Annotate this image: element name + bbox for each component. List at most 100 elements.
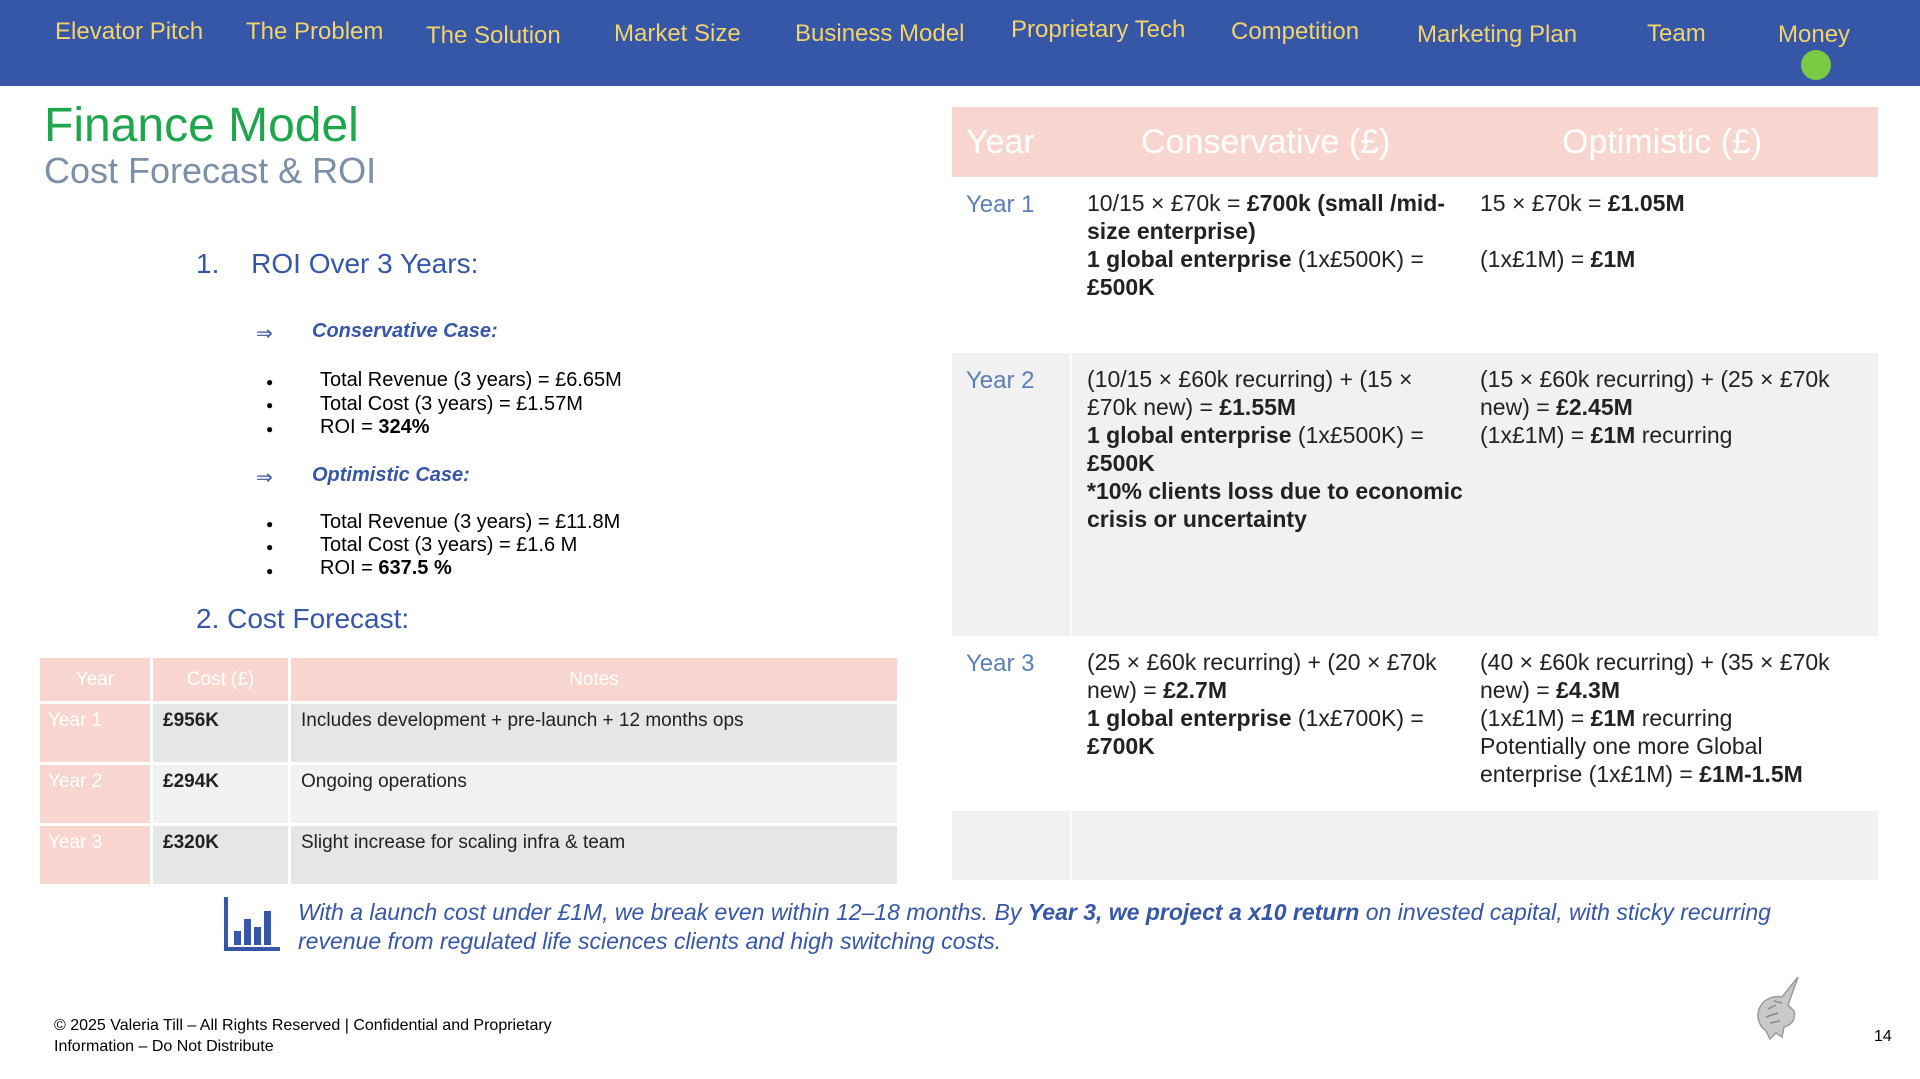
top-navigation: Elevator Pitch The Problem The Solution … bbox=[0, 0, 1920, 86]
roi-heading-text: ROI Over 3 Years: bbox=[251, 248, 479, 279]
formula-result: £1M bbox=[1590, 422, 1636, 448]
enterprise-label: 1 global enterprise bbox=[1087, 422, 1292, 448]
conservative-cell: (10/15 × £60k recurring) + (15 × £70k ne… bbox=[1087, 365, 1467, 533]
year-cell: Year 2 bbox=[966, 367, 1035, 394]
conservative-revenue: Total Revenue (3 years) = £6.65M bbox=[320, 369, 622, 391]
table-row: Year 3 £320K Slight increase for scaling… bbox=[40, 823, 900, 884]
copyright-line-2: Information – Do Not Distribute bbox=[54, 1038, 274, 1055]
cost-cell: £294K bbox=[151, 762, 291, 825]
optimistic-roi: ROI = 637.5 % bbox=[320, 557, 452, 580]
bullet-icon: ● bbox=[266, 564, 274, 578]
nav-the-solution[interactable]: The Solution bbox=[426, 22, 561, 50]
page-subtitle: Cost Forecast & ROI bbox=[44, 150, 377, 191]
note-cell: Ongoing operations bbox=[289, 762, 900, 825]
conservative-cell: 10/15 × £70k = £700k (small /mid-size en… bbox=[1087, 189, 1467, 301]
nav-money[interactable]: Money bbox=[1778, 21, 1850, 49]
table-row: Year 1 £956K Includes development + pre-… bbox=[40, 701, 900, 764]
conservative-roi: ROI = 324% bbox=[320, 416, 430, 439]
formula-text: (40 × £60k recurring) + (35 × £70k new) … bbox=[1480, 649, 1830, 703]
table-row: Year 2 £294K Ongoing operations bbox=[40, 762, 900, 825]
roi-heading: 1. ROI Over 3 Years: bbox=[196, 248, 478, 280]
nav-competition[interactable]: Competition bbox=[1231, 18, 1359, 46]
formula-result: £700K bbox=[1087, 733, 1155, 759]
table-row: Year 2 (10/15 × £60k recurring) + (15 × … bbox=[952, 353, 1878, 636]
table-row: Year 1 10/15 × £70k = £700k (small /mid-… bbox=[952, 177, 1878, 345]
formula-result: £1.05M bbox=[1607, 190, 1685, 216]
table-header-row: Year Cost (£) Notes bbox=[40, 658, 900, 703]
year-cell: Year 1 bbox=[966, 191, 1035, 218]
client-loss-note: *10% clients loss due to economic crisis… bbox=[1087, 478, 1463, 532]
formula-text: (25 × £60k recurring) + (20 × £70k new) … bbox=[1087, 649, 1437, 703]
bullet-icon: ● bbox=[266, 422, 274, 436]
formula-result: £4.3M bbox=[1556, 677, 1621, 703]
formula-text: (15 × £60k recurring) + (25 × £70k new) … bbox=[1480, 366, 1830, 420]
roi-prefix: ROI = bbox=[320, 416, 379, 438]
column-header: Optimistic (£) bbox=[1562, 123, 1763, 161]
formula-text: 10/15 × £70k = bbox=[1087, 190, 1247, 216]
cost-forecast-table: Year Cost (£) Notes Year 1 £956K Include… bbox=[40, 658, 900, 884]
column-divider bbox=[1070, 811, 1072, 880]
bullet-icon: ● bbox=[266, 517, 274, 531]
summary-text: With a launch cost under £1M, we break e… bbox=[298, 899, 1028, 925]
column-header: Cost (£) bbox=[151, 658, 291, 703]
roi-heading-number: 1. bbox=[196, 248, 220, 279]
nav-the-problem[interactable]: The Problem bbox=[246, 18, 383, 46]
optimistic-revenue: Total Revenue (3 years) = £11.8M bbox=[320, 511, 621, 533]
formula-result: £500K bbox=[1087, 450, 1155, 476]
optimistic-case-label: Optimistic Case: bbox=[312, 464, 470, 486]
year-cell: Year 2 bbox=[40, 762, 153, 825]
conservative-cost: Total Cost (3 years) = £1.57M bbox=[320, 393, 583, 415]
optimistic-cost: Total Cost (3 years) = £1.6 M bbox=[320, 534, 578, 556]
formula-result: £1M-1.5M bbox=[1699, 761, 1803, 787]
table-header-row: Year Conservative (£) Optimistic (£) bbox=[952, 107, 1878, 177]
enterprise-label: 1 global enterprise bbox=[1087, 246, 1292, 272]
note-cell: Slight increase for scaling infra & team bbox=[289, 823, 900, 884]
nav-proprietary-tech[interactable]: Proprietary Tech bbox=[1011, 16, 1185, 44]
optimistic-roi-value: 637.5 % bbox=[378, 557, 452, 579]
summary-statement: With a launch cost under £1M, we break e… bbox=[298, 898, 1858, 956]
enterprise-label: 1 global enterprise bbox=[1087, 705, 1292, 731]
arrow-icon: ⇒ bbox=[256, 467, 273, 489]
formula-text: (1x£1M) = bbox=[1480, 246, 1591, 272]
page-title: Finance Model bbox=[44, 99, 359, 152]
formula-text: (1x£500K) = bbox=[1291, 246, 1424, 272]
bullet-icon: ● bbox=[266, 375, 274, 389]
formula-text: (1x£700K) = bbox=[1291, 705, 1424, 731]
optimistic-cell: (15 × £60k recurring) + (25 × £70k new) … bbox=[1480, 365, 1870, 449]
formula-result: £2.7M bbox=[1163, 677, 1228, 703]
formula-text: recurring bbox=[1635, 705, 1733, 731]
formula-result: £500K bbox=[1087, 274, 1155, 300]
conservative-case-label: Conservative Case: bbox=[312, 320, 498, 342]
arrow-icon: ⇒ bbox=[256, 323, 273, 345]
nav-team[interactable]: Team bbox=[1647, 20, 1706, 48]
optimistic-cell: (40 × £60k recurring) + (35 × £70k new) … bbox=[1480, 648, 1870, 788]
cost-cell: £956K bbox=[151, 701, 291, 764]
revenue-projection-table: Year Conservative (£) Optimistic (£) Yea… bbox=[952, 107, 1878, 880]
formula-text: 15 × £70k = bbox=[1480, 190, 1608, 216]
formula-result: £2.45M bbox=[1556, 394, 1633, 420]
active-page-indicator bbox=[1801, 50, 1831, 80]
formula-result: £1M bbox=[1590, 246, 1636, 272]
summary-highlight: Year 3, we project a x10 return bbox=[1027, 899, 1360, 925]
formula-result: £1M bbox=[1590, 705, 1636, 731]
conservative-roi-value: 324% bbox=[378, 416, 430, 438]
bullet-icon: ● bbox=[266, 398, 274, 412]
column-divider bbox=[1070, 353, 1072, 636]
nav-elevator-pitch[interactable]: Elevator Pitch bbox=[55, 18, 203, 46]
formula-text: (1x£1M) = bbox=[1480, 422, 1591, 448]
year-cell: Year 3 bbox=[40, 823, 153, 884]
column-header: Notes bbox=[289, 658, 900, 703]
cost-forecast-heading: 2. Cost Forecast: bbox=[196, 603, 410, 634]
nav-market-size[interactable]: Market Size bbox=[614, 20, 741, 48]
nav-business-model[interactable]: Business Model bbox=[795, 20, 964, 48]
copyright-line-1: © 2025 Valeria Till – All Rights Reserve… bbox=[54, 1017, 552, 1034]
formula-text: recurring bbox=[1635, 422, 1733, 448]
table-row-empty bbox=[952, 811, 1878, 880]
cost-cell: £320K bbox=[151, 823, 291, 884]
table-row: Year 3 (25 × £60k recurring) + (20 × £70… bbox=[952, 636, 1878, 811]
column-header: Year bbox=[40, 658, 153, 703]
nav-marketing-plan[interactable]: Marketing Plan bbox=[1417, 21, 1577, 49]
conservative-cell: (25 × £60k recurring) + (20 × £70k new) … bbox=[1087, 648, 1467, 760]
formula-text: (1x£500K) = bbox=[1291, 422, 1424, 448]
bar-chart-icon bbox=[224, 897, 280, 951]
